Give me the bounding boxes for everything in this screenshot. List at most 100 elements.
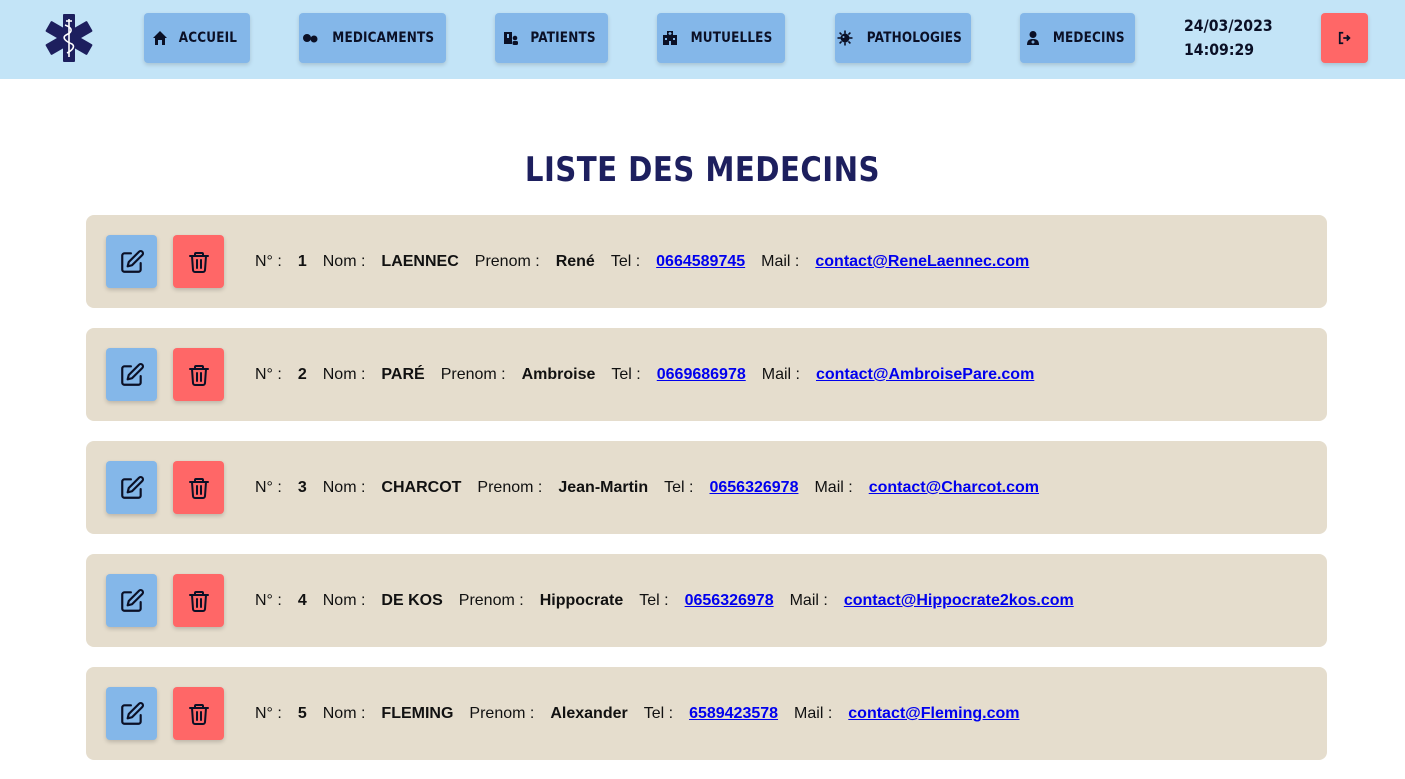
nom-label: Nom : <box>322 592 366 609</box>
trash-icon <box>188 703 209 725</box>
edit-icon <box>120 701 144 725</box>
delete-button[interactable] <box>173 687 224 740</box>
doctor-row: N° : 1 Nom : LAENNEC Prenom : René Tel : 066458… <box>86 215 1327 308</box>
num-label: N° : <box>255 592 282 609</box>
doctor-fields: N° : 4 Nom : DE KOS Prenom : Hippocrate Tel : 0… <box>255 590 1090 612</box>
edit-button[interactable] <box>106 235 157 288</box>
doctor-row: N° : 4 Nom : DE KOS Prenom : Hippocrate Tel : 0… <box>86 554 1327 647</box>
doctor-mail-link[interactable]: contact@Fleming.com <box>848 705 1019 723</box>
doctor-num: 4 <box>297 592 307 609</box>
pills-icon <box>303 34 318 43</box>
nav-patients-label: PATIENTS <box>529 30 596 46</box>
doctor-nom: LAENNEC <box>381 253 459 270</box>
doctor-fields: N° : 1 Nom : LAENNEC Prenom : René Tel : 066458… <box>255 251 1045 273</box>
doctor-num: 5 <box>297 705 307 722</box>
current-date: 24/03/2023 <box>1184 16 1273 35</box>
trash-icon <box>188 477 209 499</box>
doctor-row: N° : 2 Nom : PARÉ Prenom : Ambroise Tel : 06696… <box>86 328 1327 421</box>
nav-accueil-button[interactable]: ACCUEIL <box>144 13 250 63</box>
trash-icon <box>188 251 209 273</box>
nav-medecins-label: MEDECINS <box>1052 30 1125 46</box>
edit-button[interactable] <box>106 687 157 740</box>
doctor-mail-link[interactable]: contact@ReneLaennec.com <box>815 253 1029 271</box>
num-label: N° : <box>255 479 282 496</box>
doctor-fields: N° : 3 Nom : CHARCOT Prenom : Jean-Martin Tel … <box>255 477 1055 499</box>
tel-label: Tel : <box>639 592 669 609</box>
edit-icon <box>120 362 144 386</box>
prenom-label: Prenom : <box>458 592 524 609</box>
doctor-tel-link[interactable]: 6589423578 <box>689 705 778 723</box>
delete-button[interactable] <box>173 348 224 401</box>
doctor-tel-link[interactable]: 0669686978 <box>657 366 746 384</box>
nav-mutuelles-button[interactable]: MUTUELLES <box>657 13 785 63</box>
datetime-display: 24/03/2023 14:09:29 <box>1184 14 1285 62</box>
nav-accueil-label: ACCUEIL <box>178 30 238 46</box>
doctor-mail-link[interactable]: contact@AmbroisePare.com <box>816 366 1034 384</box>
mail-label: Mail : <box>789 592 828 609</box>
nav-medicaments-button[interactable]: MEDICAMENTS <box>299 13 446 63</box>
nom-label: Nom : <box>322 479 366 496</box>
doctor-mail-link[interactable]: contact@Hippocrate2kos.com <box>844 592 1074 610</box>
home-icon <box>153 31 168 45</box>
delete-button[interactable] <box>173 461 224 514</box>
doctor-num: 3 <box>297 479 307 496</box>
doctor-nom: DE KOS <box>381 592 443 609</box>
delete-button[interactable] <box>173 235 224 288</box>
nav-pathologies-button[interactable]: PATHOLOGIES <box>835 13 971 63</box>
logout-button[interactable] <box>1321 13 1368 63</box>
prenom-label: Prenom : <box>477 479 543 496</box>
doctor-fields: N° : 5 Nom : FLEMING Prenom : Alexander Tel : 6… <box>255 703 1035 725</box>
current-time: 14:09:29 <box>1184 40 1255 59</box>
doctor-nom: CHARCOT <box>381 479 462 496</box>
doctor-num: 1 <box>297 253 307 270</box>
doctor-prenom: Alexander <box>550 705 628 722</box>
delete-button[interactable] <box>173 574 224 627</box>
nom-label: Nom : <box>322 366 366 383</box>
mail-label: Mail : <box>761 366 800 383</box>
edit-button[interactable] <box>106 461 157 514</box>
doctor-nom: FLEMING <box>381 705 454 722</box>
doctor-tel-link[interactable]: 0656326978 <box>709 479 798 497</box>
nav-medicaments-label: MEDICAMENTS <box>332 30 435 46</box>
nav-medecins-button[interactable]: MEDECINS <box>1020 13 1135 63</box>
page-title: LISTE DES MEDECINS <box>524 150 881 190</box>
doctor-fields: N° : 2 Nom : PARÉ Prenom : Ambroise Tel : 06696… <box>255 364 1050 386</box>
edit-icon <box>120 249 144 273</box>
doctor-row: N° : 3 Nom : CHARCOT Prenom : Jean-Martin Tel … <box>86 441 1327 534</box>
trash-icon <box>188 364 209 386</box>
doctor-prenom: Jean-Martin <box>558 479 649 496</box>
edit-button[interactable] <box>106 574 157 627</box>
doctor-tel-link[interactable]: 0664589745 <box>656 253 745 271</box>
prenom-label: Prenom : <box>440 366 506 383</box>
doctor-mail-link[interactable]: contact@Charcot.com <box>869 479 1039 497</box>
doctor-row: N° : 5 Nom : FLEMING Prenom : Alexander Tel : 6… <box>86 667 1327 760</box>
tel-label: Tel : <box>664 479 694 496</box>
doctor-tel-link[interactable]: 0656326978 <box>685 592 774 610</box>
trash-icon <box>188 590 209 612</box>
top-navbar: ACCUEIL MEDICAMENTS PATIENTS MUTUELLES P… <box>0 0 1405 79</box>
mail-label: Mail : <box>761 253 800 270</box>
sign-out-icon <box>1338 31 1351 45</box>
tel-label: Tel : <box>611 366 641 383</box>
virus-icon <box>837 30 853 46</box>
nav-mutuelles-label: MUTUELLES <box>691 30 773 46</box>
num-label: N° : <box>255 253 282 270</box>
prenom-label: Prenom : <box>469 705 535 722</box>
prenom-label: Prenom : <box>474 253 540 270</box>
mail-label: Mail : <box>794 705 833 722</box>
hospital-user-icon <box>503 32 518 45</box>
tel-label: Tel : <box>610 253 641 270</box>
hospital-icon <box>663 31 678 45</box>
doctor-num: 2 <box>297 366 307 383</box>
mail-label: Mail : <box>814 479 853 496</box>
edit-button[interactable] <box>106 348 157 401</box>
doctor-prenom: Ambroise <box>521 366 596 383</box>
edit-icon <box>120 588 144 612</box>
doctor-prenom: Hippocrate <box>539 592 624 609</box>
star-of-life-logo-icon[interactable] <box>42 13 96 63</box>
edit-icon <box>120 475 144 499</box>
nom-label: Nom : <box>322 253 366 270</box>
user-doctor-icon <box>1026 31 1039 45</box>
nav-pathologies-label: PATHOLOGIES <box>866 30 962 46</box>
nav-patients-button[interactable]: PATIENTS <box>495 13 608 63</box>
